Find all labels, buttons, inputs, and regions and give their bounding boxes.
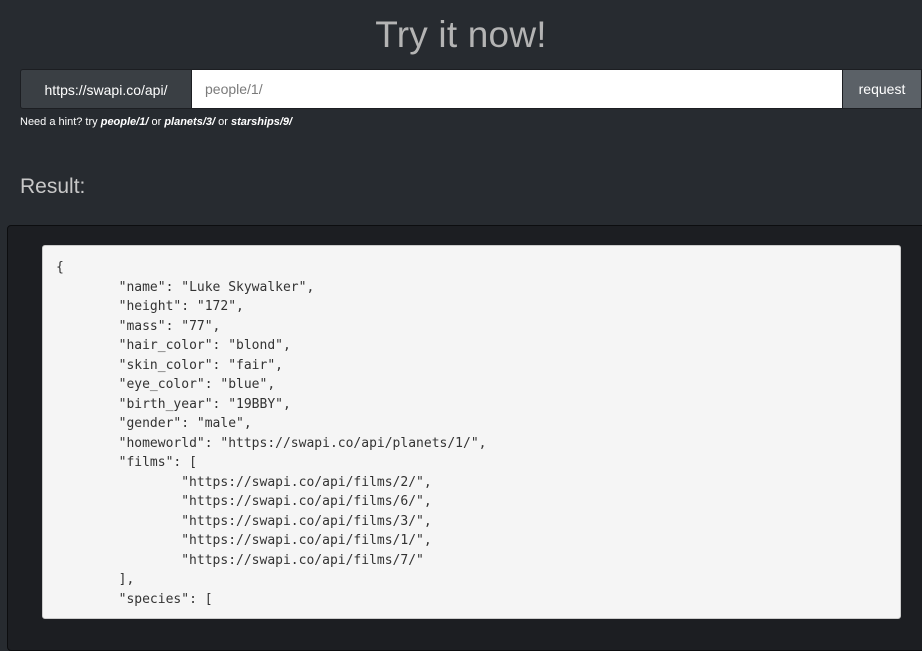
json-line: "eye_color": "blue", xyxy=(56,377,276,392)
json-line: "https://swapi.co/api/films/6/", xyxy=(56,494,432,509)
request-button[interactable]: request xyxy=(843,69,922,109)
request-bar: https://swapi.co/api/ request xyxy=(20,69,922,109)
path-input[interactable] xyxy=(191,69,843,109)
json-line: { xyxy=(56,260,64,275)
result-json: { "name": "Luke Skywalker", "height": "1… xyxy=(43,246,900,609)
hint-separator: or xyxy=(148,116,165,128)
json-line: "films": [ xyxy=(56,455,197,470)
json-line: "mass": "77", xyxy=(56,318,221,334)
json-line: "https://swapi.co/api/films/1/", xyxy=(56,533,432,548)
result-heading: Result: xyxy=(20,175,86,198)
json-line: "height": "172", xyxy=(56,299,244,314)
json-line: ], xyxy=(56,572,135,587)
json-line: "birth_year": "19BBY", xyxy=(56,396,291,412)
hint-separator: or xyxy=(215,116,231,128)
json-line: "name": "Luke Skywalker", xyxy=(56,279,315,295)
json-line: "https://swapi.co/api/films/7/" xyxy=(56,552,424,568)
hint-prefix: Need a hint? try xyxy=(20,116,101,128)
page-title: Try it now! xyxy=(375,14,547,55)
json-line: "gender": "male", xyxy=(56,416,252,431)
hint-link-people[interactable]: people/1/ xyxy=(101,116,149,128)
hint-text: Need a hint? try people/1/ or planets/3/… xyxy=(20,116,292,128)
json-line: "https://swapi.co/api/films/3/", xyxy=(56,513,432,529)
result-output[interactable]: { "name": "Luke Skywalker", "height": "1… xyxy=(42,245,901,619)
hint-link-starships[interactable]: starships/9/ xyxy=(231,116,292,128)
json-line: "species": [ xyxy=(56,591,213,607)
base-url-label: https://swapi.co/api/ xyxy=(20,69,191,109)
json-line: "hair_color": "blond", xyxy=(56,338,291,353)
json-line: "skin_color": "fair", xyxy=(56,357,283,373)
json-line: "https://swapi.co/api/films/2/", xyxy=(56,474,432,490)
hint-link-planets[interactable]: planets/3/ xyxy=(164,116,215,128)
json-line: "homeworld": "https://swapi.co/api/plane… xyxy=(56,435,487,451)
